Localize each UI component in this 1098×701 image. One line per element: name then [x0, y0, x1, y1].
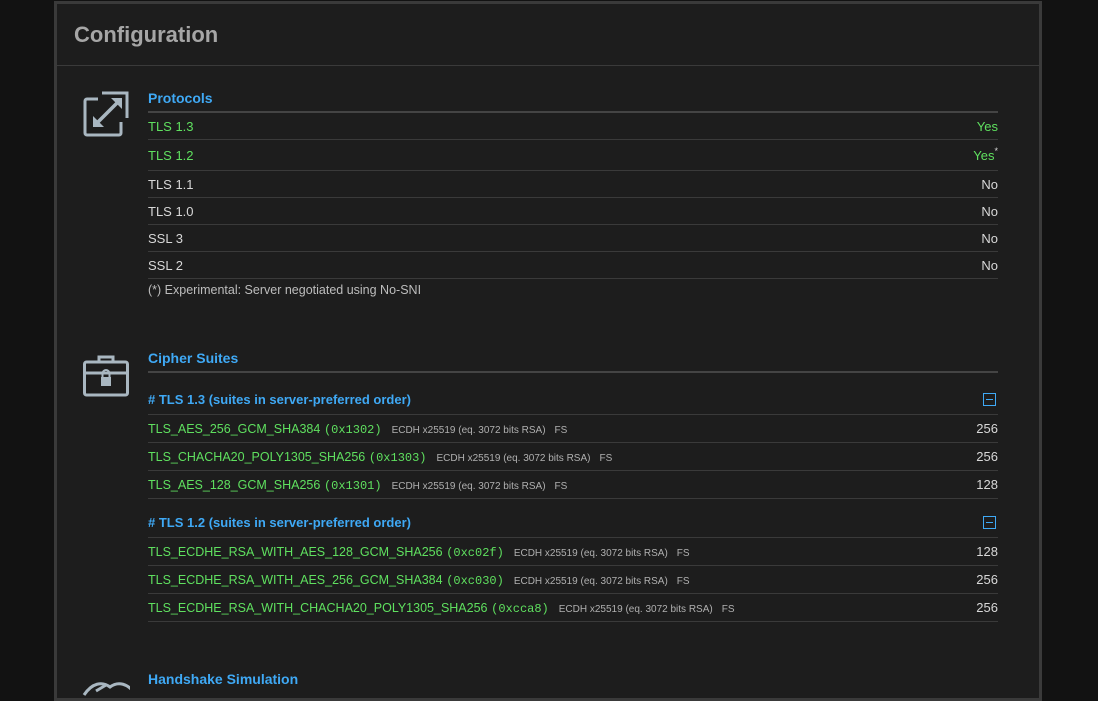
suite-hex: (0xc030) — [446, 573, 504, 588]
suite-row: TLS_CHACHA20_POLY1305_SHA256 (0x1303) EC… — [148, 443, 998, 471]
protocol-value: No — [981, 257, 998, 273]
suite-hex: (0x1302) — [323, 422, 382, 437]
protocol-name: TLS 1.3 — [148, 118, 194, 134]
handshake-icon — [82, 677, 130, 697]
suite-hex: (0xcca8) — [491, 601, 549, 616]
configuration-panel: Configuration Protocols TLS 1.3 Yes TLS … — [54, 1, 1042, 701]
suite-bits: 128 — [976, 477, 998, 492]
suite-bits: 128 — [976, 544, 998, 559]
tls13-group-header: # TLS 1.3 (suites in server-preferred or… — [148, 385, 998, 415]
suite-hex: (0xc02f) — [446, 545, 504, 560]
suite-name: TLS_AES_256_GCM_SHA384 — [148, 421, 321, 436]
suite-name: TLS_ECDHE_RSA_WITH_CHACHA20_POLY1305_SHA… — [148, 600, 488, 615]
suite-bits: 256 — [976, 421, 998, 436]
protocol-footnote-marker: * — [994, 145, 998, 156]
suite-row: TLS_ECDHE_RSA_WITH_AES_256_GCM_SHA384 (0… — [148, 566, 998, 594]
suite-info: TLS_ECDHE_RSA_WITH_AES_256_GCM_SHA384 (0… — [148, 572, 690, 588]
suite-bits: 256 — [976, 600, 998, 615]
suite-name: TLS_ECDHE_RSA_WITH_AES_128_GCM_SHA256 — [148, 544, 443, 559]
protocols-content: Protocols TLS 1.3 Yes TLS 1.2 Yes* TLS 1… — [148, 86, 998, 297]
tls12-group-header: # TLS 1.2 (suites in server-preferred or… — [148, 508, 998, 538]
suite-row: TLS_ECDHE_RSA_WITH_CHACHA20_POLY1305_SHA… — [148, 594, 998, 622]
suite-info: TLS_CHACHA20_POLY1305_SHA256 (0x1303) EC… — [148, 449, 612, 465]
suite-info: TLS_AES_128_GCM_SHA256 (0x1301) ECDH x25… — [148, 477, 567, 493]
protocol-value: No — [981, 176, 998, 192]
suite-detail: ECDH x25519 (eq. 3072 bits RSA) — [391, 424, 546, 436]
handshake-title: Handshake Simulation — [148, 671, 299, 687]
suite-hex: (0x1303) — [368, 450, 427, 465]
protocol-row: TLS 1.1 No — [148, 171, 998, 198]
protocol-row: SSL 2 No — [148, 252, 998, 279]
suite-info: TLS_AES_256_GCM_SHA384 (0x1302) ECDH x25… — [148, 421, 567, 437]
suite-detail: ECDH x25519 (eq. 3072 bits RSA) — [391, 480, 546, 492]
briefcase-lock-icon — [82, 352, 130, 400]
protocol-name: TLS 1.2 — [148, 147, 194, 163]
suite-bits: 256 — [976, 449, 998, 464]
protocols-footnote: (*) Experimental: Server negotiated usin… — [148, 283, 422, 297]
cipher-suites-content: Cipher Suites # TLS 1.3 (suites in serve… — [148, 346, 998, 622]
cipher-suites-title: Cipher Suites — [148, 346, 998, 373]
suite-hex: (0x1301) — [323, 478, 382, 493]
handshake-content: Handshake Simulation — [148, 667, 998, 694]
protocol-name: SSL 3 — [148, 230, 183, 246]
protocol-value: Yes — [973, 147, 995, 163]
suite-row: TLS_ECDHE_RSA_WITH_AES_128_GCM_SHA256 (0… — [148, 538, 998, 566]
suite-fs: FS — [721, 603, 735, 615]
protocol-value: Yes — [976, 118, 998, 134]
protocol-row: SSL 3 No — [148, 225, 998, 252]
protocol-row: TLS 1.2 Yes* — [148, 140, 998, 171]
suite-detail: ECDH x25519 (eq. 3072 bits RSA) — [558, 603, 713, 615]
protocol-value: No — [981, 203, 998, 219]
tls13-group-title: # TLS 1.3 (suites in server-preferred or… — [148, 392, 411, 407]
suite-name: TLS_CHACHA20_POLY1305_SHA256 — [148, 449, 366, 464]
suite-fs: FS — [676, 547, 690, 559]
suite-info: TLS_ECDHE_RSA_WITH_AES_128_GCM_SHA256 (0… — [148, 544, 690, 560]
protocol-value-wrapper: Yes* — [973, 145, 998, 163]
suite-name: TLS_ECDHE_RSA_WITH_AES_256_GCM_SHA384 — [148, 572, 443, 587]
collapse-icon[interactable] — [983, 393, 996, 406]
suite-fs: FS — [554, 424, 568, 436]
suite-row: TLS_AES_128_GCM_SHA256 (0x1301) ECDH x25… — [148, 471, 998, 499]
suite-fs: FS — [554, 480, 568, 492]
tls12-group-title: # TLS 1.2 (suites in server-preferred or… — [148, 515, 411, 530]
suite-fs: FS — [599, 452, 613, 464]
page-title: Configuration — [74, 22, 219, 47]
panel-header: Configuration — [57, 4, 1039, 66]
suite-fs: FS — [676, 575, 690, 587]
protocols-title: Protocols — [148, 86, 998, 113]
protocol-row: TLS 1.3 Yes — [148, 113, 998, 140]
suite-name: TLS_AES_128_GCM_SHA256 — [148, 477, 321, 492]
suite-info: TLS_ECDHE_RSA_WITH_CHACHA20_POLY1305_SHA… — [148, 600, 735, 616]
protocol-name: SSL 2 — [148, 257, 183, 273]
suite-detail: ECDH x25519 (eq. 3072 bits RSA) — [513, 547, 668, 559]
protocol-name: TLS 1.0 — [148, 203, 194, 219]
suite-bits: 256 — [976, 572, 998, 587]
expand-arrows-icon — [82, 90, 130, 138]
protocol-value: No — [981, 230, 998, 246]
suite-row: TLS_AES_256_GCM_SHA384 (0x1302) ECDH x25… — [148, 415, 998, 443]
protocol-name: TLS 1.1 — [148, 176, 194, 192]
suite-detail: ECDH x25519 (eq. 3072 bits RSA) — [513, 575, 668, 587]
protocol-row: TLS 1.0 No — [148, 198, 998, 225]
collapse-icon[interactable] — [983, 516, 996, 529]
suite-detail: ECDH x25519 (eq. 3072 bits RSA) — [436, 452, 591, 464]
